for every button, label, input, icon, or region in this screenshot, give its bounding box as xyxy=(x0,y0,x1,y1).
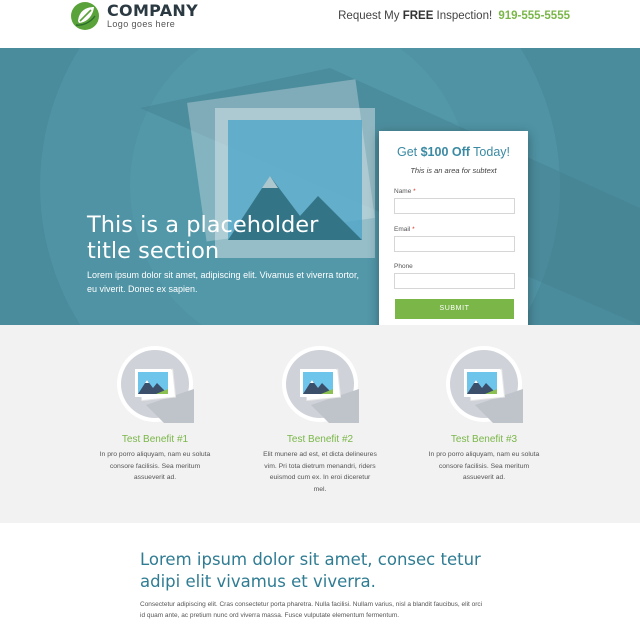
image-placeholder-icon xyxy=(282,346,359,423)
benefit-card-2: Test Benefit #2 Elit munere ad est, et d… xyxy=(255,345,385,495)
header-cta: Request My FREE Inspection! 919-555-5555 xyxy=(338,10,570,22)
email-label: Email * xyxy=(394,226,415,233)
required-mark: * xyxy=(412,226,415,233)
benefit-description: Elit munere ad est, et dicta delineures … xyxy=(263,451,377,493)
content-section: Lorem ipsum dolor sit amet, consec tetur… xyxy=(0,523,640,625)
benefits-section: Test Benefit #1 In pro porro aliquyam, n… xyxy=(0,325,640,523)
leaf-logo-icon xyxy=(71,2,99,30)
logo-name: COMPANY xyxy=(107,1,198,20)
submit-button[interactable]: SUBMIT xyxy=(395,299,514,319)
benefit-title: Test Benefit #3 xyxy=(450,434,518,445)
name-label: Name * xyxy=(394,188,416,195)
form-heading-suffix: Today! xyxy=(469,145,511,159)
email-field[interactable] xyxy=(394,236,515,252)
form-heading-prefix: Get xyxy=(396,145,421,159)
hero-title: This is a placeholder title section xyxy=(87,212,319,264)
image-placeholder-icon xyxy=(446,346,523,423)
benefit-title: Test Benefit #2 xyxy=(286,434,354,445)
cta-free: FREE xyxy=(402,10,434,22)
benefit-description: In pro porro aliquyam, nam eu soluta con… xyxy=(428,451,540,481)
company-logo[interactable]: COMPANY Logo goes here xyxy=(70,1,198,31)
form-heading: Get $100 Off Today! xyxy=(379,145,528,159)
phone-field[interactable] xyxy=(394,273,515,289)
cta-suffix: Inspection! xyxy=(433,10,496,22)
logo-tagline: Logo goes here xyxy=(107,19,176,29)
hero-section: This is a placeholder title section Lore… xyxy=(0,48,640,325)
content-title: Lorem ipsum dolor sit amet, consec tetur… xyxy=(140,550,481,591)
phone-link[interactable]: 919-555-5555 xyxy=(498,10,570,22)
benefit-card-3: Test Benefit #3 In pro porro aliquyam, n… xyxy=(419,345,549,484)
benefit-title: Test Benefit #1 xyxy=(121,434,189,445)
cta-prefix: Request My xyxy=(338,10,403,22)
content-body: Consectetur adipiscing elit. Cras consec… xyxy=(140,601,483,619)
benefit-card-1: Test Benefit #1 In pro porro aliquyam, n… xyxy=(90,345,220,484)
image-placeholder-icon xyxy=(117,346,194,423)
site-header: COMPANY Logo goes here Request My FREE I… xyxy=(0,0,640,48)
form-heading-offer: $100 Off xyxy=(420,145,470,159)
required-mark: * xyxy=(413,188,416,195)
phone-label: Phone xyxy=(394,263,413,270)
name-field[interactable] xyxy=(394,198,515,214)
benefit-description: In pro porro aliquyam, nam eu soluta con… xyxy=(99,451,211,481)
email-label-text: Email xyxy=(394,226,411,233)
name-label-text: Name xyxy=(394,188,412,195)
form-subtext: This is an area for subtext xyxy=(410,166,497,175)
hero-subtitle: Lorem ipsum dolor sit amet, adipiscing e… xyxy=(87,270,359,294)
lead-form: Get $100 Off Today! This is an area for … xyxy=(379,131,528,325)
